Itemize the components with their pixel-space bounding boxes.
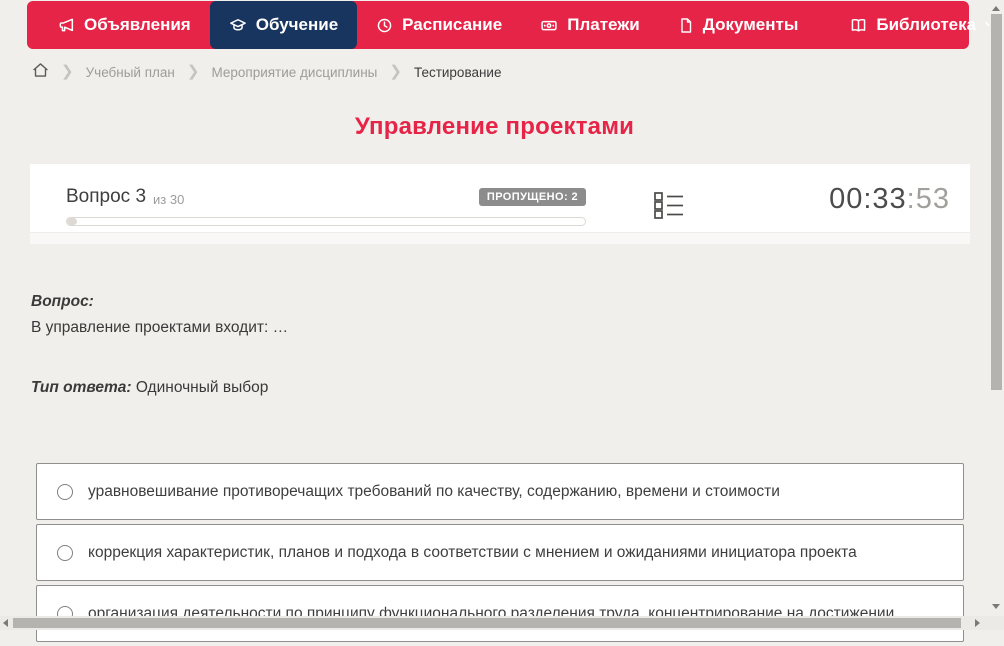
- answer-type-label: Тип ответа:: [31, 379, 132, 396]
- scroll-right-arrow-icon[interactable]: [975, 619, 980, 627]
- nav-item-label: Обучение: [255, 15, 339, 34]
- nav-item-schedule[interactable]: Расписание: [357, 1, 521, 49]
- book-icon: [850, 17, 867, 34]
- breadcrumb-separator: ❯: [61, 63, 74, 80]
- answer-type-value: Одиночный выбор: [135, 379, 269, 396]
- answer-option-2[interactable]: коррекция характеристик, планов и подход…: [36, 524, 964, 581]
- scroll-up-arrow-icon[interactable]: [992, 6, 1000, 11]
- timer-hours-minutes: 00:33: [829, 183, 907, 215]
- answer-option-text: уравновешивание противоречащих требовани…: [88, 482, 780, 500]
- question-number-label: Вопрос 3: [66, 186, 147, 207]
- nav-item-payments[interactable]: Платежи: [521, 1, 659, 49]
- nav-item-label: Объявления: [84, 15, 191, 34]
- scroll-left-arrow-icon[interactable]: [3, 619, 8, 627]
- vertical-scrollbar-thumb[interactable]: [991, 14, 1002, 390]
- nav-item-label: Платежи: [567, 15, 640, 34]
- question-list-icon: [654, 192, 684, 225]
- nav-item-label: Библиотека: [876, 15, 977, 34]
- timer: 00:33:53: [829, 183, 950, 216]
- breadcrumb-curriculum[interactable]: Учебный план: [86, 65, 175, 80]
- answer-option-text: коррекция характеристик, планов и подход…: [88, 543, 857, 561]
- answer-option-1[interactable]: уравновешивание противоречащих требовани…: [36, 463, 964, 520]
- skipped-badge: ПРОПУЩЕНО: 2: [478, 188, 586, 206]
- megaphone-icon: [58, 17, 75, 34]
- document-icon: [678, 17, 694, 34]
- question-progress-block: Вопрос 3 из 30 ПРОПУЩЕНО: 2: [66, 186, 586, 226]
- horizontal-scrollbar-thumb[interactable]: [13, 618, 961, 628]
- vertical-scrollbar[interactable]: [989, 0, 1004, 630]
- question-label: Вопрос:: [31, 293, 94, 310]
- clock-icon: [376, 17, 393, 34]
- breadcrumb-testing-current: Тестирование: [413, 64, 502, 80]
- page-title: Управление проектами: [354, 113, 635, 140]
- scroll-down-arrow-icon[interactable]: [992, 604, 1000, 609]
- progress-fill: [67, 218, 78, 225]
- question-list-button[interactable]: [654, 190, 684, 226]
- main-nav: Объявления Обучение Расписание Платежи Д…: [27, 1, 996, 49]
- nav-item-label: Документы: [702, 15, 799, 34]
- horizontal-scrollbar[interactable]: [0, 616, 989, 630]
- breadcrumb-discipline-event[interactable]: Мероприятие дисциплины: [211, 65, 377, 80]
- answer-option-3[interactable]: организация деятельности по принципу фун…: [36, 585, 964, 642]
- nav-item-learning[interactable]: Обучение: [209, 1, 358, 49]
- home-icon[interactable]: [32, 62, 49, 81]
- nav-item-label: Расписание: [402, 15, 503, 34]
- question-total-label: из 30: [153, 191, 185, 207]
- nav-item-documents[interactable]: Документы: [659, 1, 818, 49]
- breadcrumb-separator: ❯: [186, 63, 200, 80]
- question-text: В управление проектами входит: …: [31, 319, 289, 336]
- radio-icon[interactable]: [57, 483, 73, 500]
- nav-item-announcements[interactable]: Объявления: [39, 1, 210, 49]
- graduation-cap-icon: [229, 17, 247, 34]
- timer-seconds: :53: [906, 183, 950, 215]
- breadcrumb: ❯ Учебный план ❯ Мероприятие дисциплины …: [32, 62, 501, 82]
- answer-type-row: Тип ответа: Одиночный выбор: [31, 379, 931, 397]
- scrollbar-corner: [989, 616, 1004, 630]
- question-progress-card: Вопрос 3 из 30 ПРОПУЩЕНО: 2 00:33:53: [30, 164, 970, 244]
- nav-item-library[interactable]: Библиотека: [831, 1, 1004, 49]
- payment-icon: [540, 17, 558, 34]
- breadcrumb-separator: ❯: [389, 63, 402, 80]
- radio-icon[interactable]: [57, 544, 73, 561]
- progress-bar: [66, 217, 586, 226]
